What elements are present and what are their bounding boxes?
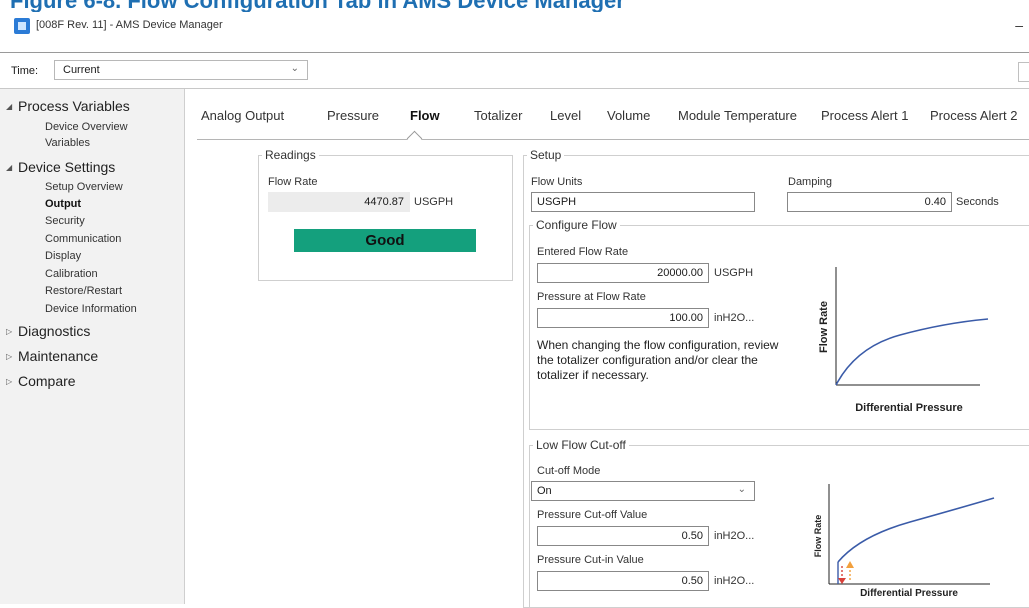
entered-flow-rate-field[interactable]: 20000.00 (537, 263, 709, 283)
cutoff-mode-select[interactable]: On ⌄ (531, 481, 755, 501)
pressure-cutin-unit: inH2O... (714, 575, 755, 587)
tab-process-alert-2[interactable]: Process Alert 2 (930, 108, 1017, 123)
chevron-down-icon: ⌄ (290, 63, 299, 74)
graph-xlabel: Differential Pressure (860, 588, 958, 599)
time-bar: Time: Current ⌄ (0, 58, 1029, 84)
entered-flow-rate-label: Entered Flow Rate (537, 246, 629, 258)
sidebar-group-compare[interactable]: ▷ Compare (6, 373, 76, 389)
damping-field[interactable]: 0.40 (787, 192, 952, 212)
flow-units-field[interactable]: USGPH (531, 192, 755, 212)
title-bar: [008F Rev. 11] - AMS Device Manager – (0, 12, 1029, 42)
sidebar-item-security[interactable]: Security (45, 215, 85, 227)
tab-process-alert-1[interactable]: Process Alert 1 (821, 108, 908, 123)
sidebar-item-restore-restart[interactable]: Restore/Restart (45, 285, 122, 297)
chevron-down-icon: ⌄ (737, 484, 746, 495)
pressure-cutoff-unit: inH2O... (714, 530, 755, 542)
collapsed-triangle-icon: ▷ (6, 377, 13, 386)
toolbar-button-stub[interactable] (1018, 62, 1029, 82)
tab-module-temperature[interactable]: Module Temperature (678, 108, 797, 123)
damping-unit: Seconds (956, 196, 999, 208)
minimize-button[interactable]: – (1015, 17, 1023, 33)
tab-analog-output[interactable]: Analog Output (201, 108, 284, 123)
flow-rate-unit: USGPH (414, 196, 454, 208)
time-select-value: Current (63, 64, 100, 76)
sidebar-item-device-information[interactable]: Device Information (45, 303, 137, 315)
expanded-triangle-icon: ◢ (6, 102, 13, 111)
low-flow-cutoff-legend: Low Flow Cut-off (536, 438, 626, 452)
time-label: Time: (11, 65, 39, 77)
pressure-cutoff-field[interactable]: 0.50 (537, 526, 709, 546)
entered-flow-rate-unit: USGPH (714, 267, 754, 279)
sidebar-item-setup-overview[interactable]: Setup Overview (45, 181, 123, 193)
graph-xlabel: Differential Pressure (855, 402, 963, 414)
figure-caption-banner: Figure 6-8. Flow Configuration Tab in AM… (0, 0, 1029, 12)
pressure-cutin-label: Pressure Cut-in Value (537, 554, 644, 566)
window-title: [008F Rev. 11] - AMS Device Manager (36, 19, 223, 31)
sidebar-item-display[interactable]: Display (45, 250, 81, 262)
readings-group: Readings (258, 148, 513, 281)
sidebar-item-device-overview[interactable]: Device Overview (45, 121, 128, 133)
cutoff-mode-label: Cut-off Mode (537, 465, 601, 477)
sidebar-item-communication[interactable]: Communication (45, 233, 121, 245)
collapsed-triangle-icon: ▷ (6, 327, 13, 336)
pressure-cutin-field[interactable]: 0.50 (537, 571, 709, 591)
tab-totalizer[interactable]: Totalizer (474, 108, 522, 123)
collapsed-triangle-icon: ▷ (6, 352, 13, 361)
flow-curve-graph: Flow Rate Differential Pressure (818, 267, 989, 414)
sidebar-group-process-variables[interactable]: ◢ Process Variables (6, 98, 130, 114)
setup-legend: Setup (530, 148, 562, 162)
readings-legend: Readings (265, 148, 316, 162)
sidebar-item-variables[interactable]: Variables (45, 137, 90, 149)
flow-rate-label: Flow Rate (268, 176, 318, 188)
pressure-at-flow-rate-label: Pressure at Flow Rate (537, 291, 646, 303)
tabs-underline (197, 139, 1029, 140)
flow-rate-value: 4470.87 (268, 192, 410, 212)
low-flow-curve-graph: Flow Rate Differential Pressure (813, 484, 995, 599)
active-tab-indicator (406, 130, 423, 147)
low-flow-curve-line (837, 497, 995, 563)
tab-pressure[interactable]: Pressure (327, 108, 379, 123)
flow-units-label: Flow Units (531, 176, 583, 188)
status-badge: Good (294, 229, 476, 252)
sidebar-item-output[interactable]: Output (45, 198, 81, 210)
arrow-down-icon (838, 578, 846, 584)
sidebar-group-diagnostics[interactable]: ▷ Diagnostics (6, 323, 90, 339)
configuration-note: When changing the flow configuration, re… (537, 338, 779, 382)
flow-curve-line (835, 318, 989, 386)
tab-flow[interactable]: Flow (410, 108, 440, 123)
sidebar-item-calibration[interactable]: Calibration (45, 268, 98, 280)
app-icon (14, 18, 30, 34)
pressure-at-flow-rate-unit: inH2O... (714, 312, 755, 324)
graph-ylabel: Flow Rate (813, 515, 823, 558)
configure-flow-legend: Configure Flow (536, 218, 617, 232)
pressure-at-flow-rate-field[interactable]: 100.00 (537, 308, 709, 328)
damping-label: Damping (788, 176, 833, 188)
tab-volume[interactable]: Volume (607, 108, 650, 123)
expanded-triangle-icon: ◢ (6, 163, 13, 172)
sidebar-group-maintenance[interactable]: ▷ Maintenance (6, 348, 98, 364)
pressure-cutoff-label: Pressure Cut-off Value (537, 509, 648, 521)
time-select[interactable]: Current ⌄ (54, 60, 308, 80)
arrow-up-icon (846, 561, 854, 568)
sidebar-group-device-settings[interactable]: ◢ Device Settings (6, 159, 115, 175)
tab-level[interactable]: Level (550, 108, 581, 123)
divider (0, 52, 1029, 53)
graph-ylabel: Flow Rate (818, 301, 830, 353)
